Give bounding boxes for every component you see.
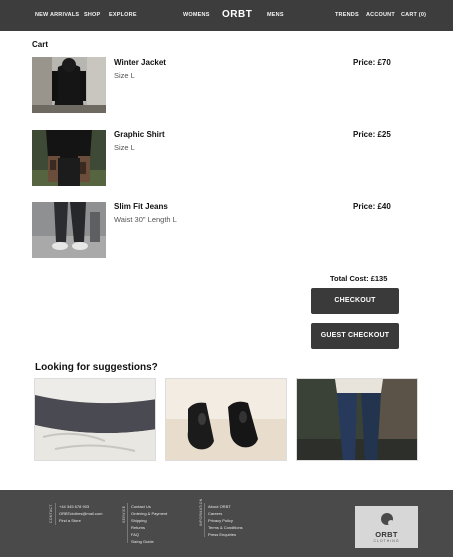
nav-shop[interactable]: SHOP xyxy=(84,0,100,31)
footer-link[interactable]: Ordering & Payment xyxy=(131,511,167,516)
footer-info-heading: INFORMATION xyxy=(199,498,203,526)
footer-email[interactable]: ORBTclothes@mail.com xyxy=(59,511,102,516)
graphic-shirt-image[interactable] xyxy=(32,130,106,186)
cart-title: Cart xyxy=(32,40,49,49)
footer-link[interactable]: Privacy Policy xyxy=(208,518,233,523)
item-price: Price: £25 xyxy=(353,130,391,139)
top-nav-bar: NEW ARRIVALS SHOP EXPLORE WOMENS ORBT ME… xyxy=(0,0,453,31)
footer-divider xyxy=(55,503,56,525)
nav-womens[interactable]: WOMENS xyxy=(183,0,210,31)
suggestion-jeans-image[interactable] xyxy=(296,378,418,461)
suggestion-shoes-image[interactable] xyxy=(165,378,287,461)
footer-logo-text: ORBT xyxy=(375,530,398,539)
nav-mens[interactable]: MENS xyxy=(267,0,284,31)
footer-link[interactable]: Shipping xyxy=(131,518,147,523)
item-name[interactable]: Winter Jacket xyxy=(114,58,166,67)
footer-link[interactable]: Contact Us xyxy=(131,504,151,509)
nav-trends[interactable]: TRENDS xyxy=(335,0,359,31)
orbit-logo-icon xyxy=(381,513,394,526)
footer-link[interactable]: Sizing Guide xyxy=(131,539,154,544)
item-price: Price: £70 xyxy=(353,58,391,67)
slim-fit-jeans-image[interactable] xyxy=(32,202,106,258)
brand-logo[interactable]: ORBT xyxy=(222,0,252,31)
footer-divider xyxy=(204,503,205,537)
footer-contact-heading: CONTACT xyxy=(49,504,53,523)
checkout-button[interactable]: CHECKOUT xyxy=(311,288,399,314)
item-size: Size L xyxy=(114,143,135,152)
suggestions-title: Looking for suggestions? xyxy=(35,362,158,373)
item-size: Size L xyxy=(114,71,135,80)
nav-explore[interactable]: EXPLORE xyxy=(109,0,137,31)
guest-checkout-button[interactable]: GUEST CHECKOUT xyxy=(311,323,399,349)
item-name[interactable]: Slim Fit Jeans xyxy=(114,202,168,211)
footer-service-heading: SERVICE xyxy=(122,505,126,523)
footer-link[interactable]: Returns xyxy=(131,525,145,530)
footer-link[interactable]: Careers xyxy=(208,511,222,516)
item-size: Waist 30" Length L xyxy=(114,215,177,224)
footer-link[interactable]: FAQ xyxy=(131,532,139,537)
footer-link[interactable]: About ORBT xyxy=(208,504,231,509)
winter-jacket-image[interactable] xyxy=(32,57,106,113)
footer-brand-logo[interactable]: ORBT CLOTHING xyxy=(355,506,418,548)
footer-link[interactable]: Terms & Conditions xyxy=(208,525,243,530)
footer-phone[interactable]: +44 345 678 903 xyxy=(59,504,89,509)
item-price: Price: £40 xyxy=(353,202,391,211)
footer-find-store[interactable]: Find a Store xyxy=(59,518,81,523)
total-cost: Total Cost: £135 xyxy=(330,274,388,283)
footer-divider xyxy=(127,503,128,543)
footer-link[interactable]: Press Enquiries xyxy=(208,532,236,537)
footer-logo-subtext: CLOTHING xyxy=(373,539,400,543)
nav-new-arrivals[interactable]: NEW ARRIVALS xyxy=(35,0,79,31)
nav-account[interactable]: ACCOUNT xyxy=(366,0,395,31)
item-name[interactable]: Graphic Shirt xyxy=(114,130,165,139)
nav-cart[interactable]: CART (0) xyxy=(401,0,426,31)
suggestion-knitwear-image[interactable] xyxy=(34,378,156,461)
